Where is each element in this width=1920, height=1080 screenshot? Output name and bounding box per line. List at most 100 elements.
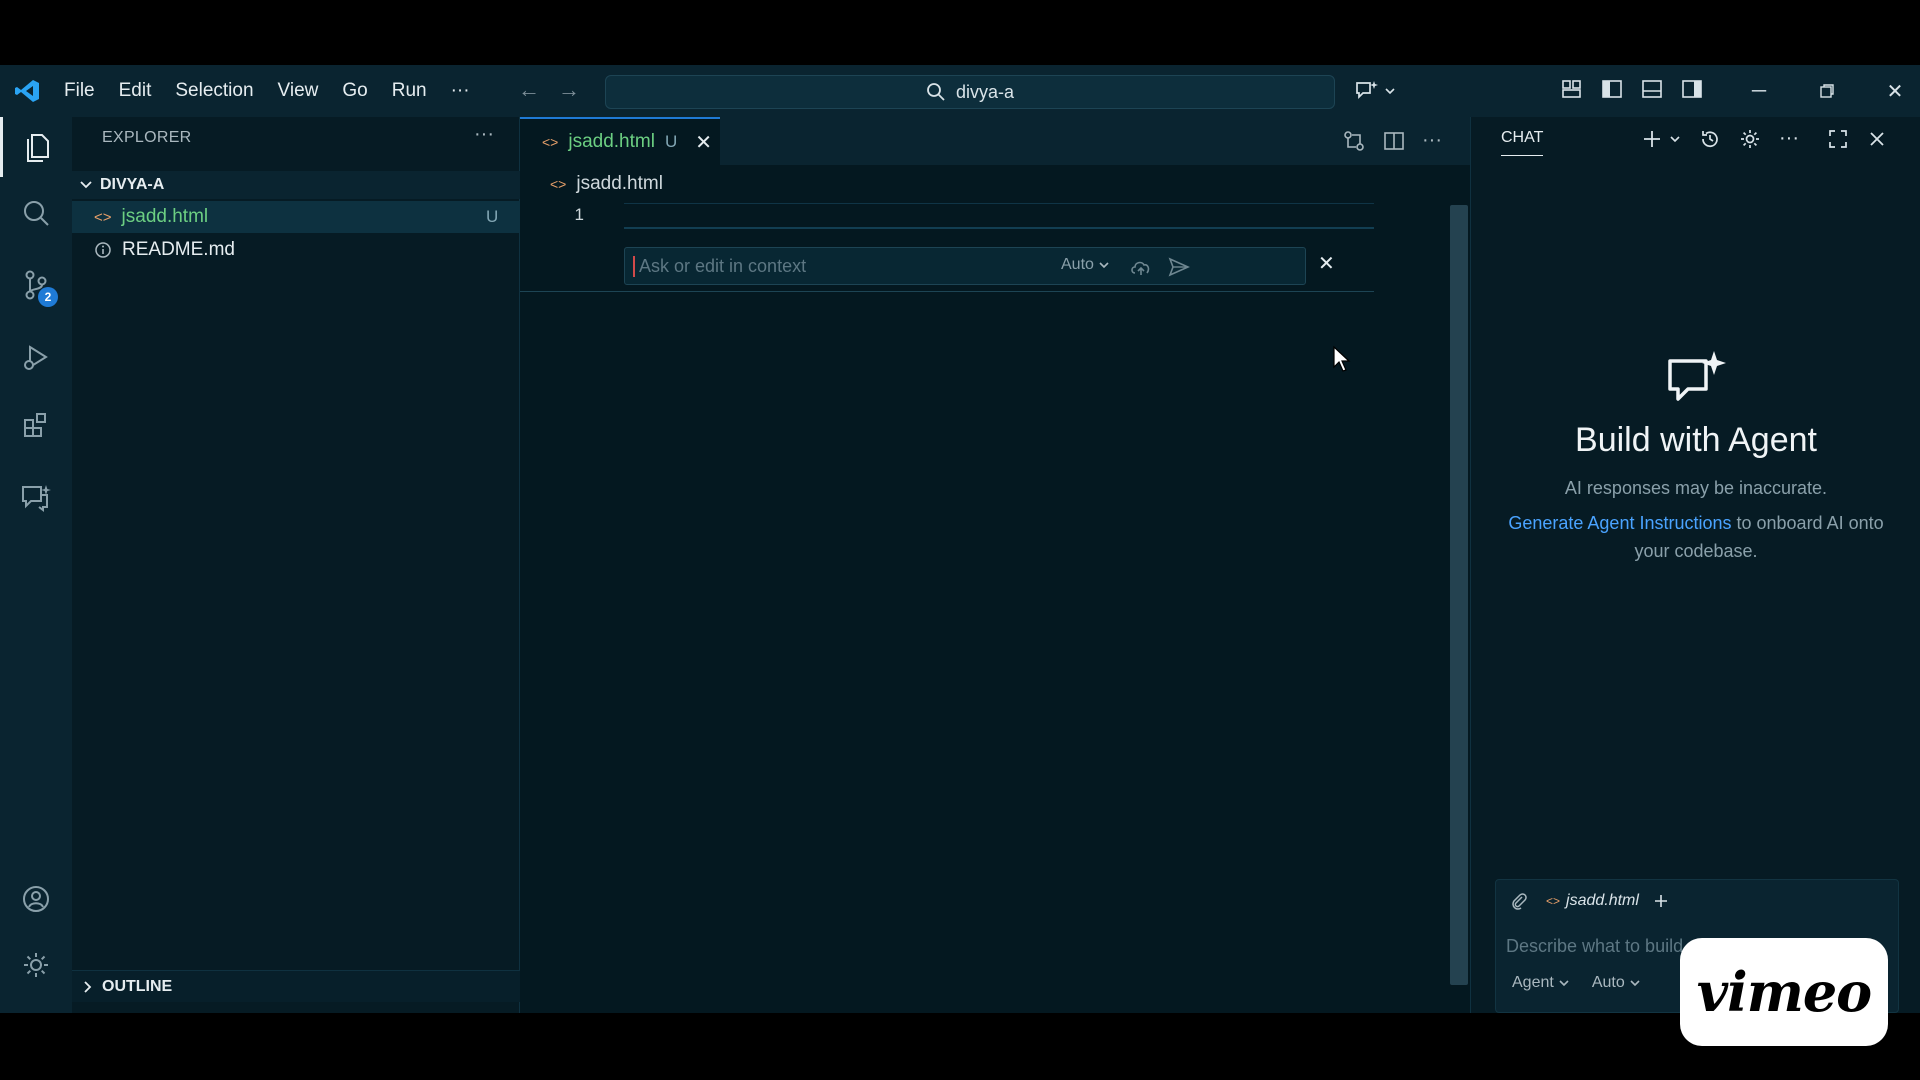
attached-file-chip[interactable]: <> jsadd.html: [1546, 892, 1669, 910]
generate-instructions-link[interactable]: Generate Agent Instructions: [1508, 513, 1731, 533]
forward-arrow-icon[interactable]: →: [558, 77, 580, 103]
explorer-icon[interactable]: [0, 117, 72, 177]
chat-activity-icon[interactable]: [0, 467, 72, 527]
inline-model-picker[interactable]: Auto: [1061, 256, 1110, 274]
chat-actions: ···: [1641, 127, 1887, 150]
html-icon: <>: [550, 176, 567, 192]
vscode-window: File Edit Selection View Go Run ··· ← → …: [0, 65, 1920, 1013]
send-icon[interactable]: [1167, 256, 1191, 278]
explorer-title: EXPLORER: [102, 129, 192, 146]
inline-chat-input[interactable]: Ask or edit in context Auto: [624, 247, 1306, 285]
toggle-primary-sidebar-icon[interactable]: [1600, 77, 1624, 101]
tab-jsadd-html[interactable]: <> jsadd.html U ✕: [520, 117, 720, 165]
menu-run[interactable]: Run: [380, 65, 439, 117]
layout-controls: [1560, 77, 1704, 101]
menu-edit[interactable]: Edit: [107, 65, 164, 117]
chat-mode-label: Agent: [1512, 974, 1554, 991]
chat-instructions-line: Generate Agent Instructions to onboard A…: [1471, 509, 1920, 565]
chat-model-label: Auto: [1591, 974, 1625, 991]
html-icon: <>: [1546, 894, 1561, 908]
window-controls: ─ ✕: [1725, 65, 1920, 117]
add-context-plus-icon[interactable]: [1653, 893, 1669, 909]
inline-chat-widget: Ask or edit in context Auto ✕: [620, 245, 1336, 289]
compare-changes-icon[interactable]: [1342, 129, 1366, 153]
current-line-highlight[interactable]: [624, 203, 1374, 229]
breadcrumb-file: jsadd.html: [576, 173, 663, 194]
customize-layout-icon[interactable]: [1560, 77, 1584, 101]
inline-chat-placeholder: Ask or edit in context: [633, 255, 806, 277]
file-jsadd-html[interactable]: <> jsadd.html U: [72, 201, 520, 233]
toggle-secondary-sidebar-icon[interactable]: [1680, 77, 1704, 101]
paperclip-icon[interactable]: [1510, 892, 1528, 910]
search-icon: [927, 83, 945, 101]
letterbox-bottom: [0, 1013, 1920, 1080]
cloud-upload-icon[interactable]: [1129, 256, 1153, 278]
close-tab-icon[interactable]: ✕: [695, 130, 712, 155]
menu-selection[interactable]: Selection: [163, 65, 265, 117]
chat-empty-state: Build with Agent AI responses may be ina…: [1471, 349, 1920, 565]
tab-title: jsadd.html: [568, 131, 655, 152]
explorer-more-button[interactable]: ···: [474, 123, 494, 146]
chat-input[interactable]: Describe what to build: [1506, 936, 1683, 957]
source-control-icon[interactable]: 2: [0, 255, 72, 315]
chat-input-toolbar: Agent Auto: [1512, 974, 1641, 992]
chevron-down-icon: [1559, 980, 1569, 987]
toggle-panel-icon[interactable]: [1640, 77, 1664, 101]
close-inline-chat-icon[interactable]: ✕: [1318, 251, 1346, 279]
source-control-badge: 2: [38, 287, 58, 307]
history-icon[interactable]: [1699, 128, 1721, 150]
extensions-icon[interactable]: [0, 395, 72, 455]
file-readme-md[interactable]: README.md: [72, 234, 520, 266]
chevron-down-icon: [80, 181, 92, 189]
file-name: jsadd.html: [121, 206, 209, 227]
breadcrumb[interactable]: <> jsadd.html: [550, 173, 663, 195]
menu-more[interactable]: ···: [439, 65, 482, 117]
chat-hero-title: Build with Agent: [1575, 421, 1817, 459]
editor-more-button[interactable]: ···: [1422, 129, 1442, 153]
chat-mode-picker[interactable]: Agent: [1512, 974, 1570, 992]
minimize-icon[interactable]: ─: [1725, 65, 1793, 117]
folder-divya-a[interactable]: DIVYA-A: [72, 171, 520, 199]
activity-bar: 2: [0, 117, 72, 1013]
account-icon[interactable]: [0, 869, 72, 929]
chat-more-button[interactable]: ···: [1779, 127, 1799, 150]
title-bar: File Edit Selection View Go Run ··· ← → …: [0, 65, 1920, 117]
split-editor-icon[interactable]: [1382, 129, 1406, 153]
close-window-icon[interactable]: ✕: [1861, 65, 1920, 117]
outline-label: OUTLINE: [102, 977, 173, 995]
chat-model-picker[interactable]: Auto: [1592, 974, 1641, 992]
close-chat-icon[interactable]: [1867, 129, 1887, 149]
chat-settings-gear-icon[interactable]: [1739, 128, 1761, 150]
file-name: README.md: [122, 239, 235, 260]
run-debug-icon[interactable]: [0, 327, 72, 387]
restore-icon[interactable]: [1793, 65, 1861, 117]
copilot-chat-button[interactable]: [1354, 77, 1402, 105]
nav-arrows: ← →: [518, 77, 580, 103]
menu-go[interactable]: Go: [330, 65, 379, 117]
mouse-cursor-icon: [1333, 345, 1351, 372]
maximize-icon[interactable]: [1827, 128, 1849, 150]
line-number: 1: [574, 205, 584, 224]
chat-context-row: <> jsadd.html: [1510, 892, 1669, 910]
back-arrow-icon[interactable]: ←: [518, 77, 540, 103]
outline-section[interactable]: OUTLINE: [72, 970, 520, 1002]
file-status-untracked: U: [486, 207, 499, 226]
menu-view[interactable]: View: [266, 65, 331, 117]
editor-tabs: <> jsadd.html U ✕ ···: [520, 117, 1470, 165]
letterbox-top: [0, 0, 1920, 65]
editor-area: <> jsadd.html U ✕ ··· <> jsadd.html 1 As…: [520, 117, 1470, 1013]
settings-gear-icon[interactable]: [0, 935, 72, 995]
new-chat-plus-icon[interactable]: [1641, 128, 1663, 150]
vscode-logo-icon: [15, 80, 39, 102]
chevron-down-icon[interactable]: [1669, 133, 1681, 145]
menu-file[interactable]: File: [52, 65, 107, 117]
command-center-search[interactable]: divya-a: [605, 75, 1335, 109]
chat-title[interactable]: CHAT: [1501, 129, 1544, 156]
info-icon: [95, 242, 111, 258]
html-icon: <>: [94, 208, 112, 226]
editor-scrollbar[interactable]: [1450, 205, 1468, 985]
search-activity-icon[interactable]: [0, 183, 72, 243]
folder-label: DIVYA-A: [100, 176, 165, 193]
editor-actions: ···: [1342, 129, 1442, 153]
inline-model-label: Auto: [1061, 256, 1094, 273]
